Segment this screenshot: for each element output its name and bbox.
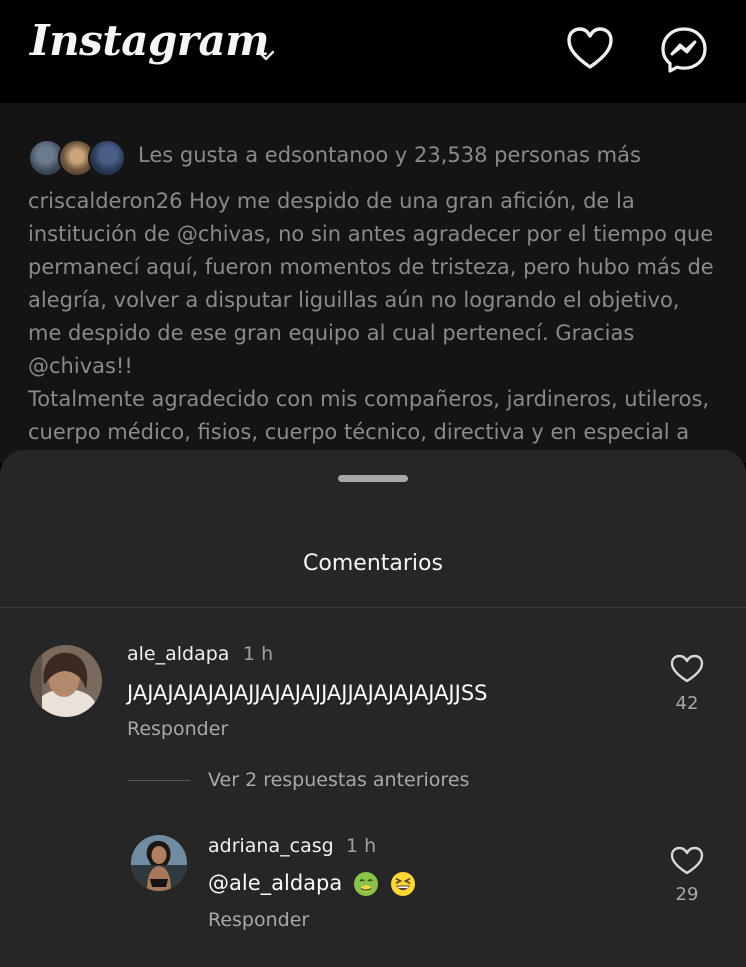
comment-time: 1 h: [243, 643, 274, 665]
comment-username[interactable]: ale_aldapa: [127, 643, 229, 665]
divider: [0, 607, 746, 608]
chevron-down-icon[interactable]: [252, 44, 280, 66]
top-bar: Instagram: [0, 0, 746, 103]
heart-icon[interactable]: [566, 26, 614, 72]
grinning-squinting-face-emoji: [390, 872, 415, 896]
reply-button[interactable]: Responder: [208, 909, 309, 931]
heart-icon[interactable]: [670, 846, 704, 876]
heart-icon[interactable]: [670, 654, 704, 684]
replies-divider-line: [128, 780, 190, 781]
post-details: Les gusta a edsontanoo y 23,538 personas…: [0, 103, 746, 463]
comment-text-row: @ale_aldapa: [208, 871, 416, 897]
liker-avatar: [88, 139, 126, 177]
comment-username[interactable]: adriana_casg: [208, 835, 334, 857]
instagram-logo[interactable]: Instagram: [30, 16, 270, 65]
avatar[interactable]: [30, 645, 102, 717]
messenger-icon[interactable]: [660, 26, 708, 74]
comment-time: 1 h: [346, 835, 377, 857]
comment-text: @ale_aldapa: [208, 871, 343, 895]
avatar[interactable]: [131, 835, 187, 891]
post-caption: criscalderon26 Hoy me despido de una gra…: [28, 189, 714, 444]
avatar-photo: [30, 645, 102, 717]
sheet-drag-handle[interactable]: [338, 475, 408, 482]
like-count: 42: [675, 693, 699, 714]
avatar-photo: [131, 835, 187, 891]
nauseated-face-emoji: [353, 872, 378, 896]
comment-text: JAJAJAJAJAJAJJAJAJAJJAJJAJAJAJAJAJJSS: [127, 681, 488, 705]
sheet-title: Comentarios: [303, 551, 443, 576]
reply-button[interactable]: Responder: [127, 718, 228, 740]
comments-sheet: Comentarios ale_aldapa 1 h JAJAJAJAJAJAJ…: [0, 450, 746, 967]
likes-text[interactable]: Les gusta a edsontanoo y 23,538 personas…: [138, 143, 641, 167]
likes-row[interactable]: Les gusta a edsontanoo y 23,538 personas…: [28, 137, 728, 177]
like-count: 29: [675, 884, 699, 905]
view-previous-replies-button[interactable]: Ver 2 respuestas anteriores: [208, 769, 469, 791]
